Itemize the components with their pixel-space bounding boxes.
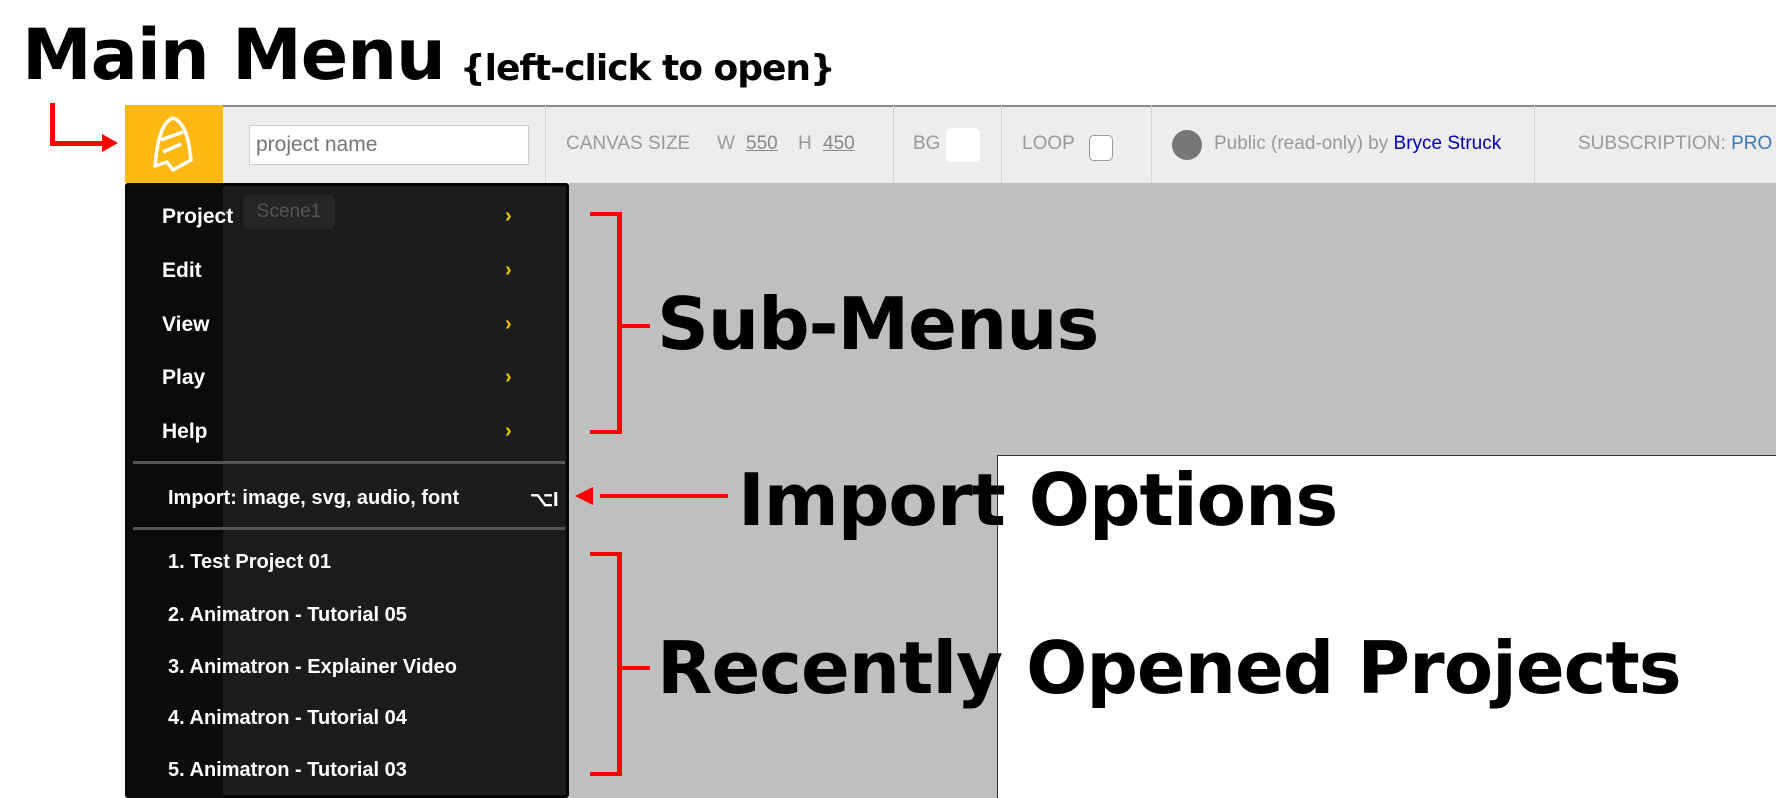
annotation-recent-projects: Recently Opened Projects (657, 626, 1682, 710)
canvas-size-label: CANVAS SIZE (566, 133, 691, 154)
arrowhead-icon (575, 487, 593, 505)
public-text: Public (read-only) by (1214, 133, 1389, 154)
animatron-logo-icon (153, 116, 193, 172)
recent-project-item[interactable]: 1. Test Project 01 (168, 551, 331, 574)
bg-label: BG (913, 133, 941, 154)
main-menu-button[interactable] (125, 105, 223, 183)
menu-item-project[interactable]: Project (162, 205, 233, 229)
annotation-bracket-tick (622, 666, 650, 670)
chevron-right-icon: › (505, 313, 512, 335)
recent-project-item[interactable]: 2. Animatron - Tutorial 05 (168, 604, 407, 627)
annotation-bracket (617, 212, 622, 434)
annotation-bracket-top (590, 212, 620, 216)
divider (1534, 105, 1535, 183)
annotation-bracket-bottom (590, 772, 620, 776)
divider (1001, 105, 1002, 183)
menu-separator (133, 527, 565, 530)
chevron-right-icon: › (505, 420, 512, 442)
chevron-right-icon: › (505, 205, 512, 227)
project-name-input[interactable] (249, 125, 529, 165)
chevron-right-icon: › (505, 366, 512, 388)
annotation-sub-menus: Sub-Menus (657, 282, 1099, 366)
subscription-info: SUBSCRIPTION: PRO (1578, 133, 1772, 155)
width-value[interactable]: 550 (746, 133, 778, 155)
menu-item-help[interactable]: Help (162, 420, 208, 444)
recent-project-item[interactable]: 5. Animatron - Tutorial 03 (168, 759, 407, 782)
annotation-bracket-tick (622, 324, 650, 328)
annotation-arrow (50, 141, 106, 146)
annotation-arrow (50, 103, 55, 145)
height-label: H (798, 133, 812, 154)
visibility-info: Public (read-only) by Bryce Struck (1214, 133, 1501, 155)
recent-project-item[interactable]: 4. Animatron - Tutorial 04 (168, 707, 407, 730)
scene-tab: Scene1 (243, 195, 335, 229)
annotation-bracket-bottom (590, 430, 620, 434)
annotation-bracket (617, 552, 622, 776)
menu-item-import[interactable]: Import: image, svg, audio, font (168, 487, 459, 510)
divider (893, 105, 894, 183)
author-link[interactable]: Bryce Struck (1394, 133, 1502, 154)
import-shortcut: ⌥I (530, 489, 559, 511)
divider (545, 105, 546, 183)
globe-icon (1172, 130, 1202, 160)
menu-item-edit[interactable]: Edit (162, 259, 202, 283)
menu-item-play[interactable]: Play (162, 366, 205, 390)
loop-checkbox[interactable] (1089, 135, 1113, 161)
bg-color-swatch[interactable] (946, 128, 980, 162)
annotation-bracket-top (590, 552, 620, 556)
subscription-label: SUBSCRIPTION: (1578, 133, 1726, 154)
annotation-main-menu: Main Menu (22, 14, 446, 96)
annotation-main-menu-hint: {left-click to open} (460, 48, 836, 89)
annotation-arrow (600, 494, 728, 498)
menu-separator (133, 461, 565, 464)
arrowhead-icon (102, 134, 118, 152)
divider (1151, 105, 1152, 183)
height-value[interactable]: 450 (823, 133, 855, 155)
recent-project-item[interactable]: 3. Animatron - Explainer Video (168, 656, 457, 679)
annotation-import-options: Import Options (738, 458, 1338, 542)
chevron-right-icon: › (505, 259, 512, 281)
menu-item-view[interactable]: View (162, 313, 209, 337)
width-label: W (717, 133, 735, 154)
subscription-value[interactable]: PRO (1731, 133, 1772, 154)
loop-label: LOOP (1022, 133, 1075, 154)
